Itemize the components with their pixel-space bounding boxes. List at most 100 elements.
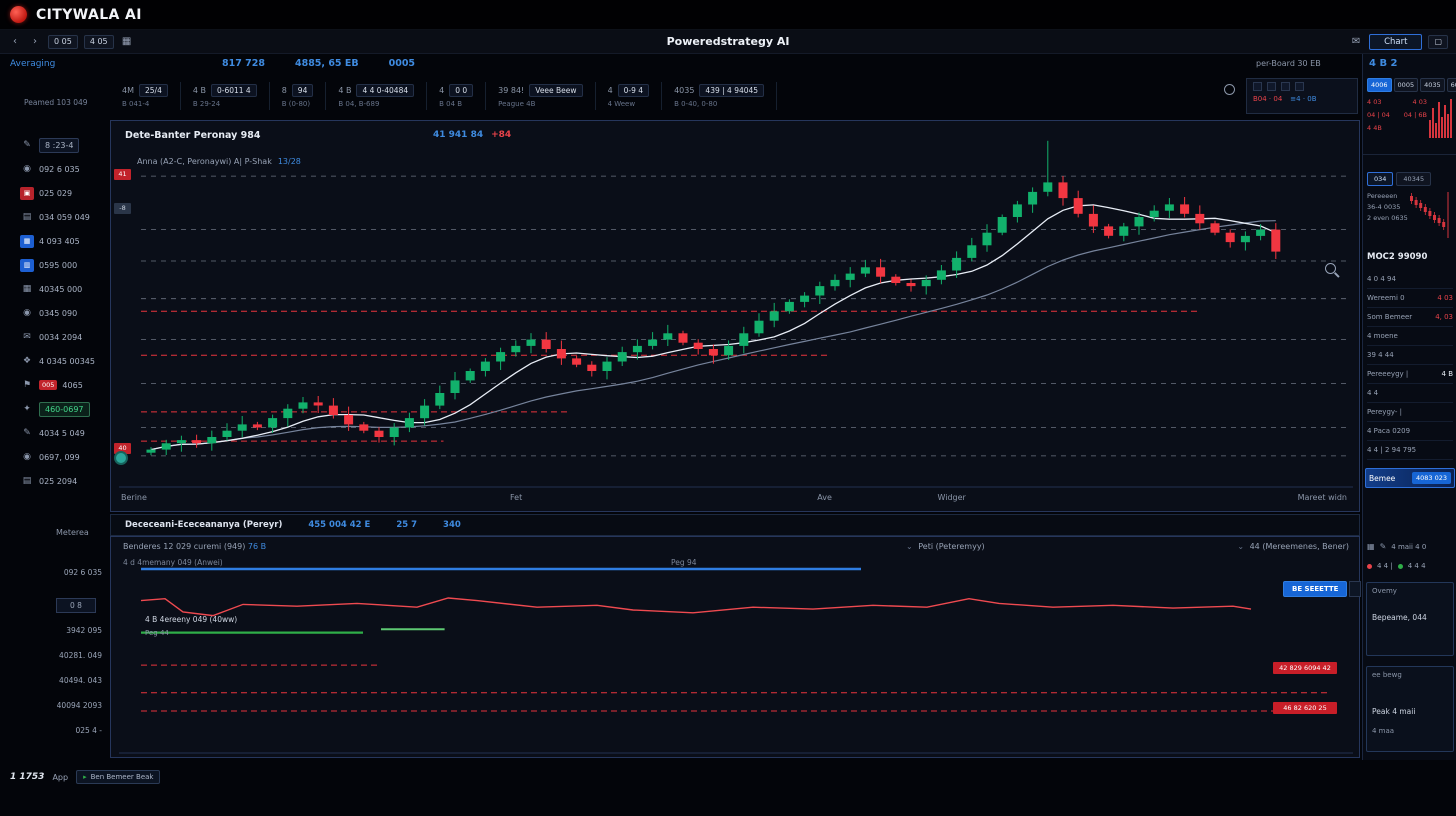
pencil-icon[interactable]: ✎ xyxy=(1380,542,1387,551)
mini-chart-icon[interactable] xyxy=(1281,82,1290,91)
detail-row[interactable]: 4 4 | 2 94 795 xyxy=(1367,441,1453,460)
indicator-value[interactable]: 94 xyxy=(292,84,314,97)
indicator-value[interactable]: 4 4 0-40484 xyxy=(356,84,414,97)
right-chip[interactable]: 600B xyxy=(1447,78,1456,92)
oscillator-mid-label[interactable]: Peti (Peteremyy) xyxy=(918,542,984,551)
highlighted-position-row[interactable]: Bemee 4083 023 xyxy=(1365,468,1455,488)
status-badge[interactable]: ▸ Ben Bemeer Beak xyxy=(76,770,160,784)
detail-row[interactable]: 4 4 xyxy=(1367,384,1453,403)
ticker-row[interactable]: 4 034 03 xyxy=(1367,98,1427,111)
right-tab[interactable]: 034 xyxy=(1367,172,1393,186)
indicator-group[interactable]: 40-9 44 Weew xyxy=(596,82,663,110)
info-box[interactable]: ee bewg Peak 4 maii 4 maa xyxy=(1366,666,1454,752)
sidebar-item[interactable]: ⚑0054065 xyxy=(20,376,83,394)
sidebar-item[interactable]: ◉092 6 035 xyxy=(20,160,80,178)
detail-row[interactable]: Som Bemeer4, 03 xyxy=(1367,308,1453,327)
doc-icon: ▤ xyxy=(20,211,34,224)
chart-button[interactable]: Chart xyxy=(1369,34,1422,50)
highlight-value-button[interactable]: 4083 023 xyxy=(1412,472,1451,484)
sidebar-item[interactable]: ✎4034 5 049 xyxy=(20,424,85,442)
utility-row[interactable]: ▦ ✎ 4 maii 4 0 xyxy=(1367,542,1426,551)
sidebar-item[interactable]: ▥0595 000 xyxy=(20,256,77,274)
mini-chart-icon[interactable] xyxy=(1295,82,1304,91)
main-candlestick-chart[interactable] xyxy=(111,121,1361,513)
right-chip[interactable]: 0005 xyxy=(1394,78,1419,92)
detail-row[interactable]: Wereemi 04 03 xyxy=(1367,289,1453,308)
detail-row[interactable]: 4 Paca 0209 xyxy=(1367,422,1453,441)
right-tab[interactable]: 40345 xyxy=(1396,172,1431,186)
sidebar-item[interactable]: ▣025 029 xyxy=(20,184,72,202)
layout-grid-icon[interactable]: ▦ xyxy=(120,36,134,47)
sidebar-item[interactable]: ✦460-0697 xyxy=(20,400,90,418)
right-chip[interactable]: 4035 xyxy=(1420,78,1445,92)
mini-chart-icon[interactable] xyxy=(1253,82,1262,91)
mini-chart-icon[interactable] xyxy=(1267,82,1276,91)
target-icon[interactable] xyxy=(1224,84,1235,95)
indicator-value[interactable]: Veee Beew xyxy=(529,84,582,97)
sidebar-item[interactable]: ✉0034 2094 xyxy=(20,328,82,346)
sidebar-item[interactable]: ▤034 059 049 xyxy=(20,208,90,226)
execute-button[interactable]: BE SEEETTE xyxy=(1283,581,1347,597)
ticker-row[interactable]: 04 | 0404 | 6B xyxy=(1367,111,1427,124)
sidebar-item[interactable]: ▦4 093 405 xyxy=(20,232,80,250)
back-icon[interactable]: ‹ xyxy=(8,36,22,47)
chevron-down-icon[interactable]: ⌄ xyxy=(1237,542,1244,551)
indicator-value[interactable]: 25/4 xyxy=(139,84,168,97)
mail-icon[interactable]: ✉ xyxy=(1349,36,1363,47)
right-chip[interactable]: 4006 xyxy=(1367,78,1392,92)
ticker-key: 04 | 04 xyxy=(1367,111,1390,124)
chevron-down-icon[interactable]: ⌄ xyxy=(906,542,913,551)
person-icon: ◉ xyxy=(20,307,34,320)
indicator-value[interactable]: 439 | 4 94045 xyxy=(699,84,764,97)
sidebar-item[interactable]: ▦40345 000 xyxy=(20,280,82,298)
detail-row[interactable]: 39 4 44 xyxy=(1367,346,1453,365)
indicator-group[interactable]: 40 0B 04 B xyxy=(427,82,486,110)
summary-box[interactable]: Ovemy Bepeame, 044 xyxy=(1366,582,1454,656)
sidebar-item[interactable]: ❖4 0345 00345 xyxy=(20,352,95,370)
detail-row[interactable]: Pereygy- | xyxy=(1367,403,1453,422)
sidebar-item[interactable]: ▤025 2094 xyxy=(20,472,77,490)
forward-icon[interactable]: › xyxy=(28,36,42,47)
indicator-value[interactable]: 0-9 4 xyxy=(618,84,649,97)
indicator-group[interactable]: 4 B4 4 0-40484B 04, B-689 xyxy=(326,82,427,110)
nav-title: Poweredstrategy AI xyxy=(667,35,790,48)
ticker-row[interactable]: 4 4B xyxy=(1367,124,1427,137)
detail-key: 4 0 4 94 xyxy=(1367,275,1396,283)
mini-chart-panel[interactable]: B04 · 04 ≡4 · 0B xyxy=(1246,78,1358,114)
right-panel-top-value: 4 B 2 xyxy=(1369,58,1398,69)
indicator-group[interactable]: 39 84!Veee BeewPeague 4B xyxy=(486,82,595,110)
subheader-link[interactable]: Averaging xyxy=(10,59,55,69)
indicator-value[interactable]: 0-6011 4 xyxy=(211,84,257,97)
detail-value: 4 B xyxy=(1442,370,1453,378)
info-box-line: Peak 4 maii xyxy=(1372,707,1415,716)
detail-row[interactable]: 4 moene xyxy=(1367,327,1453,346)
oscillator-panel[interactable]: Benderes 12 029 curemi (949) 76 B ⌄ Peti… xyxy=(110,536,1360,758)
sidebar-item[interactable]: ◉ 0345 090 xyxy=(20,304,77,322)
sidebar-item-label: 0345 090 xyxy=(39,309,77,318)
detail-key: Som Bemeer xyxy=(1367,313,1412,321)
indicator-toolbar: 4M25/4B 041-44 B0-6011 4B 29-24894B (0-8… xyxy=(110,76,1222,116)
sidebar-item-label: 460-0697 xyxy=(39,402,90,417)
timeframe-chip-a[interactable]: 0 05 xyxy=(48,35,78,49)
right-sidebar: 4 B 2 4006 0005 4035 600B 4 034 0304 | 0… xyxy=(1362,54,1456,760)
expand-icon[interactable] xyxy=(1349,581,1361,597)
detail-row[interactable]: 4 0 4 94 xyxy=(1367,270,1453,289)
indicator-value[interactable]: 0 0 xyxy=(449,84,473,97)
oscillator-chart[interactable] xyxy=(111,537,1361,759)
grid-icon[interactable]: ▦ xyxy=(1367,542,1375,551)
sidebar-item[interactable]: ✎8 :23-4 xyxy=(20,136,79,154)
timeframe-chip-b[interactable]: 4 05 xyxy=(84,35,114,49)
panel-divider-bar[interactable]: Dececeani-Ececeananya (Pereyr) 455 004 4… xyxy=(110,514,1360,536)
indicator-group[interactable]: 4 B0-6011 4B 29-24 xyxy=(181,82,270,110)
oscillator-right-label[interactable]: 44 (Mereemenes, Bener) xyxy=(1250,542,1349,551)
panel-toggle-icon[interactable]: ▢ xyxy=(1428,35,1448,49)
indicator-group[interactable]: 4M25/4B 041-4 xyxy=(110,82,181,110)
indicator-group[interactable]: 4035439 | 4 94045B 0-40, 0-80 xyxy=(662,82,777,110)
sidebar-item[interactable]: ◉0697, 099 xyxy=(20,448,80,466)
entry-marker[interactable] xyxy=(114,451,128,465)
main-chart-panel[interactable]: Dete-Banter Peronay 984 41 941 84 +84 An… xyxy=(110,120,1360,512)
quote-line: Pereeeen xyxy=(1367,192,1407,203)
indicator-group[interactable]: 894B (0-80) xyxy=(270,82,327,110)
detail-row[interactable]: Pereeeygy |4 B xyxy=(1367,365,1453,384)
zoom-icon[interactable] xyxy=(1325,263,1336,274)
